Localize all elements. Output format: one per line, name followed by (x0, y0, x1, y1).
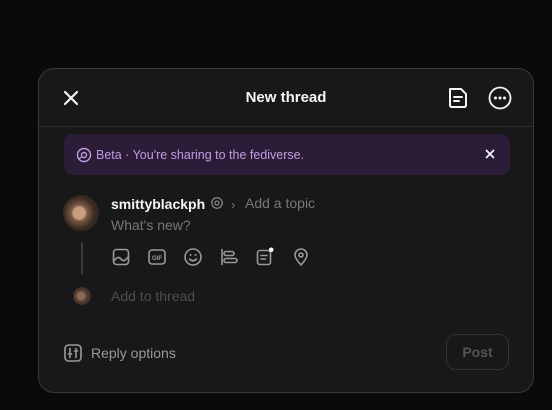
mini-avatar (73, 287, 91, 305)
media-icon[interactable] (111, 247, 131, 267)
topic-input[interactable]: Add a topic (245, 195, 315, 211)
more-options-icon[interactable] (487, 85, 513, 111)
drafts-icon[interactable] (445, 85, 471, 111)
location-icon[interactable] (291, 247, 311, 267)
add-to-thread-input[interactable]: Add to thread (111, 288, 195, 304)
banner-text: Beta · You're sharing to the fediverse. (96, 148, 305, 162)
fediverse-banner: Beta · You're sharing to the fediverse. (64, 134, 510, 175)
chevron-right-icon: › (231, 197, 236, 212)
close-icon[interactable] (482, 146, 498, 162)
username: smittyblackph (111, 196, 206, 212)
gif-icon[interactable]: GIF (147, 247, 167, 267)
modal-header: New thread (39, 69, 533, 127)
emoji-icon[interactable] (183, 247, 203, 267)
drafts-icon[interactable] (255, 247, 275, 267)
reply-options-label: Reply options (91, 345, 176, 361)
post-button[interactable]: Post (446, 334, 509, 370)
poll-icon[interactable] (219, 247, 239, 267)
fediverse-icon (76, 147, 92, 163)
svg-text:GIF: GIF (152, 255, 163, 262)
post-body-input[interactable]: What's new? (111, 217, 191, 233)
reply-options-icon (64, 344, 82, 362)
fediverse-icon (211, 197, 223, 209)
avatar[interactable] (63, 195, 99, 231)
new-thread-modal: New thread Beta · You're sharing to the … (38, 68, 534, 393)
thread-line (81, 242, 83, 274)
